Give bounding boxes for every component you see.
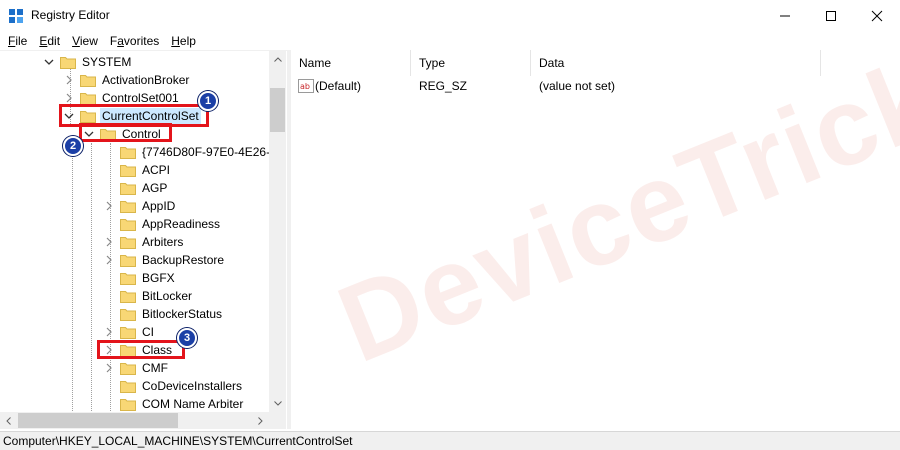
chevron-right-icon[interactable] bbox=[104, 327, 114, 337]
chevron-left-icon bbox=[6, 416, 11, 425]
chevron-right-icon[interactable] bbox=[104, 363, 114, 373]
tree-item-acpi[interactable]: ACPI bbox=[104, 161, 172, 179]
step-badge-1: 1 bbox=[198, 91, 218, 111]
values-list-pane[interactable]: Name Type Data ab (Default) REG_SZ (valu… bbox=[291, 50, 900, 429]
tree-vertical-scrollbar[interactable] bbox=[269, 51, 286, 412]
folder-icon bbox=[120, 255, 136, 267]
tree-item-appid[interactable]: AppID bbox=[104, 197, 177, 215]
scroll-up-button[interactable] bbox=[269, 51, 286, 68]
column-header-name[interactable]: Name bbox=[291, 50, 411, 76]
value-name: (Default) bbox=[315, 79, 362, 93]
folder-icon bbox=[120, 309, 136, 321]
folder-icon bbox=[120, 381, 136, 393]
chevron-down-icon bbox=[273, 401, 282, 406]
chevron-right-icon[interactable] bbox=[104, 237, 114, 247]
folder-icon bbox=[120, 237, 136, 249]
chevron-right-icon bbox=[258, 416, 263, 425]
folder-icon bbox=[120, 201, 136, 213]
value-data: (value not set) bbox=[539, 79, 616, 93]
folder-icon bbox=[120, 165, 136, 177]
chevron-right-icon[interactable] bbox=[104, 255, 114, 265]
chevron-down-icon[interactable] bbox=[44, 57, 54, 67]
tree-item-arbiters[interactable]: Arbiters bbox=[104, 233, 185, 251]
step-badge-2: 2 bbox=[63, 136, 83, 156]
highlight-class bbox=[97, 340, 185, 359]
tree-item-guid[interactable]: {7746D80F-97E0-4E26-95 bbox=[104, 143, 269, 161]
folder-icon bbox=[120, 273, 136, 285]
close-button[interactable] bbox=[854, 0, 900, 31]
close-icon bbox=[871, 10, 883, 21]
title-bar: Registry Editor bbox=[0, 0, 900, 31]
string-value-icon: ab bbox=[298, 79, 314, 93]
value-type: REG_SZ bbox=[419, 79, 468, 93]
folder-icon bbox=[80, 93, 96, 105]
column-header-data[interactable]: Data bbox=[531, 50, 821, 76]
maximize-button[interactable] bbox=[808, 0, 854, 31]
menu-help[interactable]: Help bbox=[165, 31, 202, 51]
menu-file[interactable]: File bbox=[2, 31, 33, 51]
scroll-down-button[interactable] bbox=[269, 395, 286, 412]
maximize-icon bbox=[826, 10, 836, 21]
folder-icon bbox=[120, 147, 136, 159]
registry-editor-icon bbox=[9, 9, 23, 23]
tree-item-codeviceinstallers[interactable]: CoDeviceInstallers bbox=[104, 377, 244, 395]
folder-icon bbox=[120, 219, 136, 231]
folder-icon bbox=[120, 291, 136, 303]
column-header-type[interactable]: Type bbox=[411, 50, 531, 76]
highlight-control bbox=[79, 123, 172, 142]
scroll-thumb[interactable] bbox=[270, 88, 285, 132]
tree-item-activationbroker[interactable]: ActivationBroker bbox=[64, 71, 191, 89]
folder-icon bbox=[80, 75, 96, 87]
tree-item-system[interactable]: SYSTEM bbox=[44, 53, 133, 71]
chevron-right-icon[interactable] bbox=[64, 75, 74, 85]
folder-icon bbox=[120, 399, 136, 411]
tree-item-backuprestore[interactable]: BackupRestore bbox=[104, 251, 226, 269]
svg-text:ab: ab bbox=[300, 82, 310, 91]
tree-item-ci[interactable]: CI bbox=[104, 323, 156, 341]
scroll-right-button[interactable] bbox=[252, 412, 269, 429]
menu-edit[interactable]: Edit bbox=[33, 31, 66, 51]
tree-connector bbox=[72, 143, 73, 412]
menu-favorites[interactable]: Favorites bbox=[104, 31, 165, 51]
chevron-up-icon bbox=[273, 57, 282, 62]
folder-icon bbox=[60, 57, 76, 69]
tree-item-bitlockerstatus[interactable]: BitlockerStatus bbox=[104, 305, 224, 323]
scroll-left-button[interactable] bbox=[0, 412, 17, 429]
minimize-button[interactable] bbox=[762, 0, 808, 31]
tree-item-com-name-arbiter[interactable]: COM Name Arbiter bbox=[104, 395, 245, 412]
folder-icon bbox=[120, 327, 136, 339]
tree-item-cmf[interactable]: CMF bbox=[104, 359, 170, 377]
value-row[interactable]: ab (Default) REG_SZ (value not set) bbox=[291, 76, 900, 96]
step-badge-3: 3 bbox=[177, 328, 197, 348]
tree-item-bitlocker[interactable]: BitLocker bbox=[104, 287, 194, 305]
tree-horizontal-scrollbar[interactable] bbox=[0, 412, 269, 429]
minimize-icon bbox=[780, 15, 790, 16]
scroll-thumb[interactable] bbox=[18, 413, 178, 428]
chevron-right-icon[interactable] bbox=[64, 93, 74, 103]
chevron-right-icon[interactable] bbox=[104, 201, 114, 211]
tree-connector bbox=[91, 143, 92, 412]
scrollbar-corner bbox=[269, 412, 286, 429]
status-bar: Computer\HKEY_LOCAL_MACHINE\SYSTEM\Curre… bbox=[0, 431, 900, 450]
menu-view[interactable]: View bbox=[66, 31, 104, 51]
tree-item-agp[interactable]: AGP bbox=[104, 179, 169, 197]
tree-item-appreadiness[interactable]: AppReadiness bbox=[104, 215, 222, 233]
menu-bar: File Edit View Favorites Help bbox=[0, 31, 900, 51]
folder-icon bbox=[120, 183, 136, 195]
tree-item-bgfx[interactable]: BGFX bbox=[104, 269, 177, 287]
window-title: Registry Editor bbox=[31, 8, 110, 22]
folder-icon bbox=[120, 363, 136, 375]
